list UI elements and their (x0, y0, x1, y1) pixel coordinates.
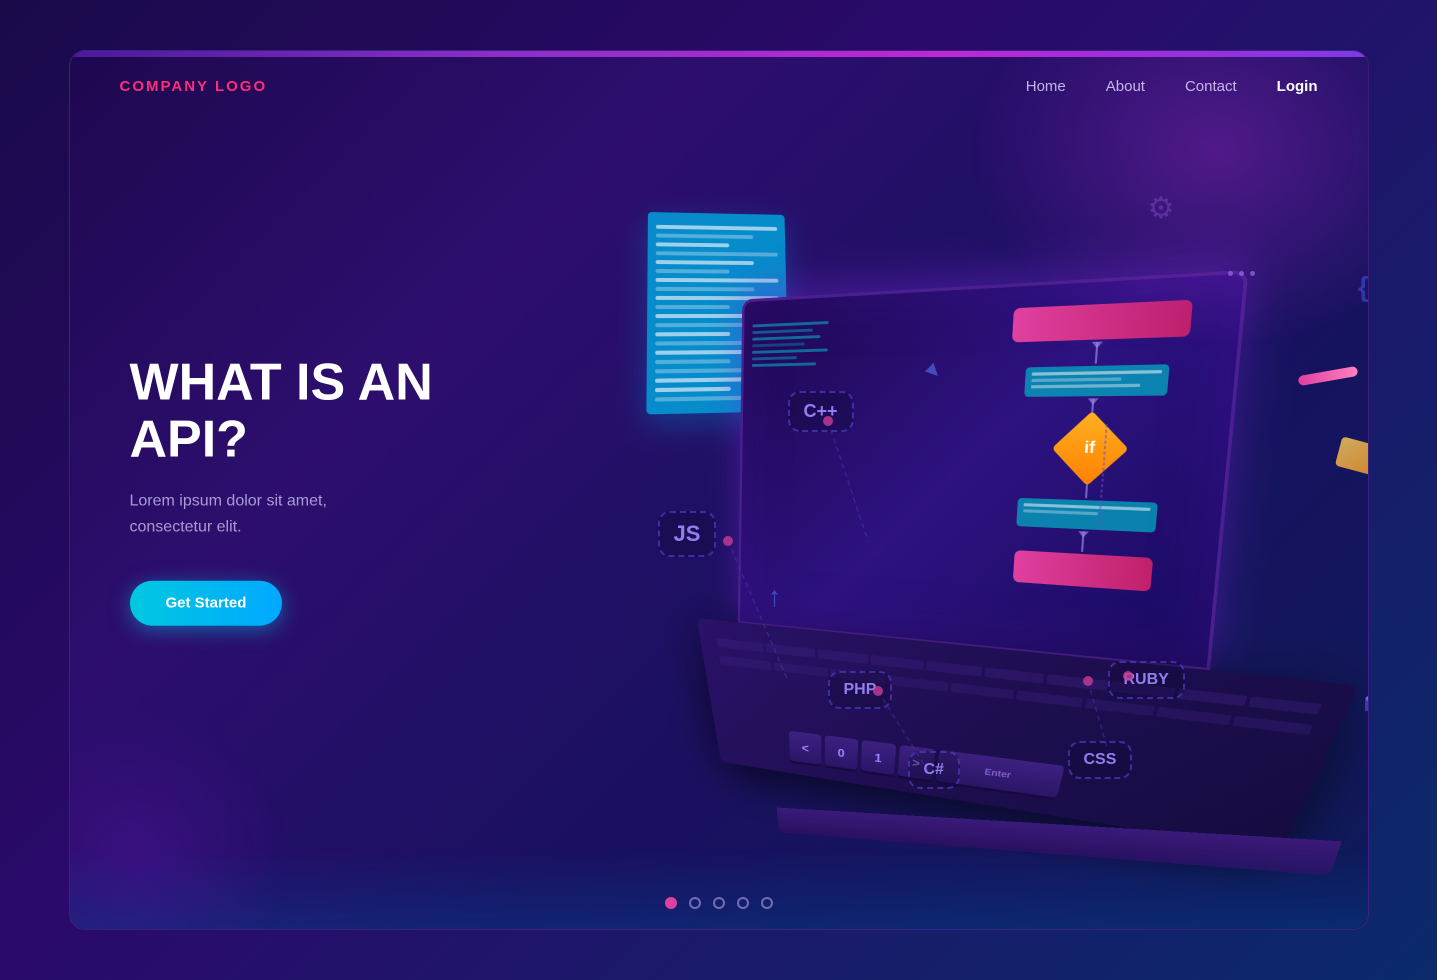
nav-contact[interactable]: Contact (1185, 78, 1237, 95)
code-line (655, 287, 754, 291)
illustration: if (608, 91, 1369, 911)
key-lt: < (789, 731, 821, 765)
flow-diamond: if (1051, 411, 1128, 486)
dot (1239, 271, 1244, 276)
code-line (655, 368, 756, 373)
nav-login[interactable]: Login (1277, 78, 1318, 95)
code-line (654, 387, 730, 392)
key-0: 0 (824, 735, 857, 770)
flow-block-teal1 (1024, 364, 1169, 397)
code-line (655, 305, 730, 309)
pagination-dot-4[interactable] (737, 897, 749, 909)
hero-title: WHAT IS AN API? (130, 355, 470, 469)
code-line (655, 359, 731, 364)
deco-braces-icon: { } (1358, 271, 1369, 303)
nav-home[interactable]: Home (1026, 78, 1066, 95)
code-line (655, 251, 777, 256)
flow-block-teal2 (1016, 498, 1158, 533)
pagination-dot-3[interactable] (713, 897, 725, 909)
deco-pink-bar (1297, 366, 1358, 386)
laptop-screen: if (737, 270, 1248, 671)
pagination (665, 897, 773, 909)
deco-dots-right (1366, 696, 1369, 701)
lang-tag-ruby: RUBY (1108, 661, 1185, 699)
deco-bar-chart-icon (1365, 691, 1369, 711)
gear-icon: ⚙ (1148, 191, 1175, 226)
flow-block-pink2 (1012, 550, 1152, 591)
key-1: 1 (860, 740, 895, 775)
bottom-gradient (70, 849, 1368, 929)
pagination-dot-2[interactable] (689, 897, 701, 909)
code-line (655, 260, 753, 265)
screen-content: if (740, 274, 1244, 668)
code-line (655, 314, 755, 318)
code-line (655, 225, 776, 231)
code-line (655, 278, 778, 283)
cta-button[interactable]: Get Started (130, 580, 283, 625)
lang-tag-php: PHP (828, 671, 893, 709)
flow-arrow (1094, 342, 1098, 364)
flow-arrow (1081, 531, 1085, 552)
code-line (655, 269, 729, 274)
deco-yellow-block (1334, 436, 1368, 475)
code-line (655, 242, 729, 247)
flow-block-pink (1011, 300, 1192, 343)
lang-tag-csharp: C# (908, 751, 960, 789)
dot (1250, 271, 1255, 276)
code-line (655, 332, 730, 336)
code-line (655, 341, 755, 346)
nav-links: Home About Contact Login (1026, 78, 1318, 95)
lang-tag-js: JS (658, 511, 717, 557)
pagination-dot-5[interactable] (761, 897, 773, 909)
nav-about[interactable]: About (1106, 78, 1145, 95)
dot (1228, 271, 1233, 276)
lang-tag-cpp: C++ (788, 391, 854, 432)
lang-tag-css: CSS (1068, 741, 1133, 779)
deco-dots-top (1228, 271, 1255, 276)
company-logo: COMPANY LOGO (120, 78, 268, 95)
navbar: COMPANY LOGO Home About Contact Login (70, 51, 1368, 121)
deco-arrow-up-icon: ↑ (768, 581, 782, 613)
page-wrapper: COMPANY LOGO Home About Contact Login WH… (69, 50, 1369, 930)
hero-subtitle: Lorem ipsum dolor sit amet, consectetur … (130, 489, 410, 540)
pagination-dot-1[interactable] (665, 897, 677, 909)
dot (1366, 696, 1369, 701)
code-line (655, 234, 753, 239)
hero-section: WHAT IS AN API? Lorem ipsum dolor sit am… (130, 355, 470, 626)
